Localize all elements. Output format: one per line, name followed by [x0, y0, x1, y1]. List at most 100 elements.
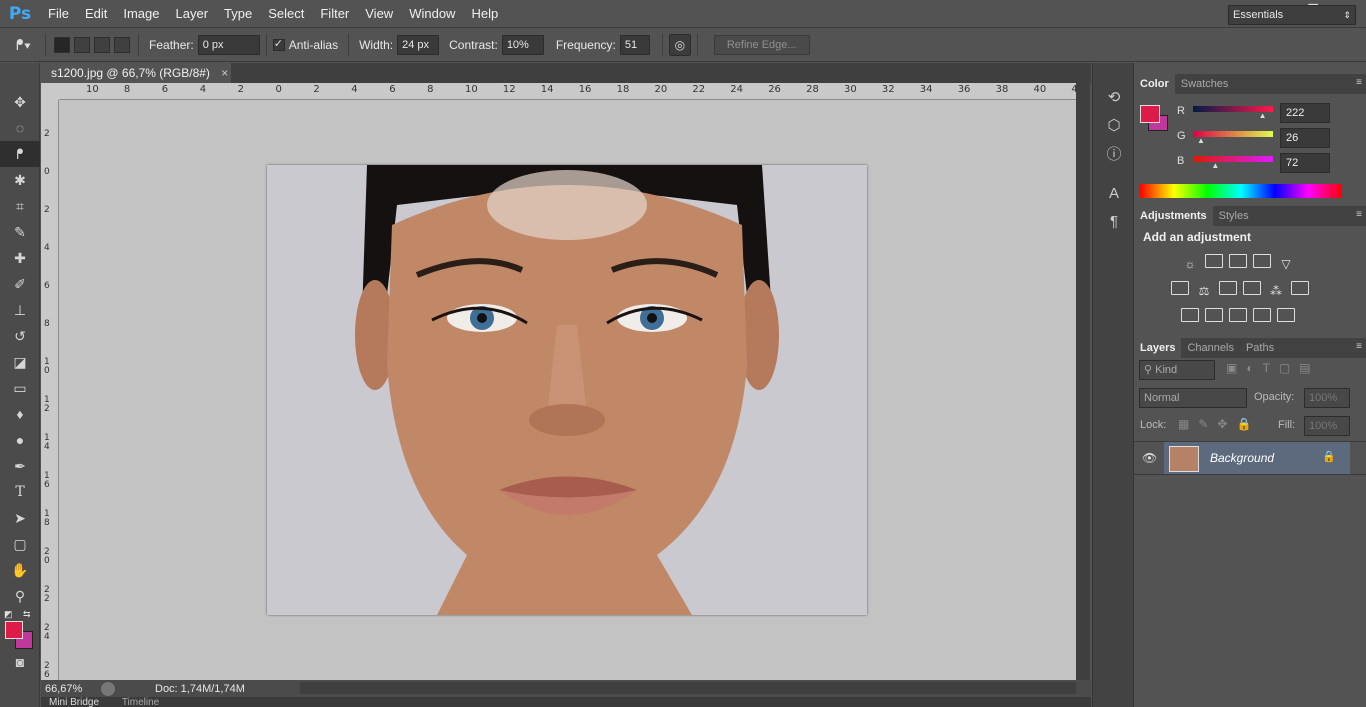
width-input[interactable]: 24 px: [397, 35, 440, 55]
foreground-color-swatch[interactable]: [5, 621, 23, 639]
menu-filter[interactable]: Filter: [312, 0, 357, 28]
curves-icon[interactable]: [1229, 254, 1247, 268]
brush-tool-icon[interactable]: ✐: [0, 271, 40, 297]
marquee-tool-icon[interactable]: ◌: [0, 115, 40, 141]
workspace-select[interactable]: Essentials ⇕: [1228, 5, 1356, 25]
info-icon[interactable]: ⓘ: [1093, 139, 1135, 167]
add-selection-icon[interactable]: [74, 37, 91, 53]
channel-b-slider[interactable]: ▲: [1193, 156, 1273, 170]
lasso-tool-icon[interactable]: ᖰ: [0, 141, 40, 167]
blur-tool-icon[interactable]: ♦: [0, 401, 40, 427]
threshold-icon[interactable]: [1229, 308, 1247, 322]
color-lookup-icon[interactable]: [1291, 281, 1309, 295]
channel-r-slider[interactable]: ▲: [1193, 106, 1273, 120]
channel-g-value[interactable]: 26: [1280, 128, 1330, 148]
photo-filter-icon[interactable]: [1243, 281, 1261, 295]
document-image[interactable]: [267, 165, 867, 615]
path-selection-tool-icon[interactable]: ➤: [0, 505, 40, 531]
horizontal-scrollbar[interactable]: [300, 682, 1076, 694]
menu-image[interactable]: Image: [115, 0, 167, 28]
dodge-tool-icon[interactable]: ●: [0, 427, 40, 453]
tablet-pressure-icon[interactable]: ◎: [668, 34, 691, 56]
levels-icon[interactable]: [1205, 254, 1223, 268]
panel-menu-icon[interactable]: ≡: [1356, 341, 1362, 352]
magic-wand-tool-icon[interactable]: ✱: [0, 167, 40, 193]
tab-timeline[interactable]: Timeline: [122, 697, 159, 707]
eraser-tool-icon[interactable]: ◪: [0, 349, 40, 375]
vibrance-icon[interactable]: ▽: [1277, 257, 1295, 271]
default-colors-icon[interactable]: ◩: [4, 609, 13, 620]
tab-swatches[interactable]: Swatches: [1175, 74, 1235, 94]
opacity-input[interactable]: 100%: [1304, 388, 1350, 408]
fill-input[interactable]: 100%: [1304, 416, 1350, 436]
slider-thumb[interactable]: ▲: [1197, 136, 1205, 145]
blend-mode-select[interactable]: Normal: [1139, 388, 1247, 408]
healing-tool-icon[interactable]: ✚: [0, 245, 40, 271]
move-tool-icon[interactable]: ✥: [0, 89, 40, 115]
panel-menu-icon[interactable]: ≡: [1356, 77, 1362, 88]
gradient-tool-icon[interactable]: ▭: [0, 375, 40, 401]
tab-channels[interactable]: Channels: [1181, 338, 1239, 358]
document-tab[interactable]: s1200.jpg @ 66,7% (RGB/8#) ×: [41, 63, 231, 83]
eyedropper-tool-icon[interactable]: ✎: [0, 219, 40, 245]
hand-tool-icon[interactable]: ✋: [0, 557, 40, 583]
magnetic-lasso-preset-icon[interactable]: ᖰ▾: [16, 37, 31, 54]
layer-filter-select[interactable]: ⚲ Kind: [1139, 360, 1215, 380]
slider-thumb[interactable]: ▲: [1211, 161, 1219, 170]
menu-select[interactable]: Select: [260, 0, 312, 28]
visibility-eye-icon[interactable]: 👁: [1142, 451, 1157, 465]
color-balance-icon[interactable]: ⚖: [1195, 284, 1213, 298]
pen-tool-icon[interactable]: ✒: [0, 453, 40, 479]
color-panel-fg-swatch[interactable]: [1140, 105, 1160, 123]
tab-mini-bridge[interactable]: Mini Bridge: [49, 697, 99, 707]
subtract-selection-icon[interactable]: [94, 37, 111, 53]
quick-mask-icon[interactable]: ◙: [0, 649, 40, 675]
close-tab-icon[interactable]: ×: [221, 66, 228, 80]
menu-window[interactable]: Window: [401, 0, 463, 28]
antialias-checkbox[interactable]: [272, 37, 285, 51]
clone-stamp-tool-icon[interactable]: ⊥: [0, 297, 40, 323]
swap-colors-icon[interactable]: ⇆: [23, 609, 31, 620]
paragraph-icon[interactable]: ¶: [1093, 207, 1135, 235]
menu-type[interactable]: Type: [216, 0, 260, 28]
layer-filter-icons[interactable]: ▣◐T▢▤: [1226, 361, 1320, 375]
black-white-icon[interactable]: [1219, 281, 1237, 295]
menu-file[interactable]: File: [40, 0, 77, 28]
tab-styles[interactable]: Styles: [1213, 206, 1255, 226]
layer-row[interactable]: 👁 Background 🔒: [1134, 441, 1366, 475]
shape-tool-icon[interactable]: ▢: [0, 531, 40, 557]
slider-thumb[interactable]: ▲: [1259, 111, 1267, 120]
exposure-icon[interactable]: [1253, 254, 1271, 268]
status-info-icon[interactable]: [101, 681, 115, 696]
zoom-tool-icon[interactable]: ⚲: [0, 583, 40, 609]
menu-layer[interactable]: Layer: [168, 0, 217, 28]
hue-saturation-icon[interactable]: [1171, 281, 1189, 295]
selective-color-icon[interactable]: [1253, 308, 1271, 322]
frequency-input[interactable]: 51: [619, 35, 650, 55]
history-icon[interactable]: ⟲: [1093, 83, 1135, 111]
channel-b-value[interactable]: 72: [1280, 153, 1330, 173]
spectrum-bar[interactable]: [1140, 184, 1342, 198]
intersect-selection-icon[interactable]: [114, 37, 131, 53]
gradient-map-icon[interactable]: [1277, 308, 1295, 322]
channel-g-slider[interactable]: ▲: [1193, 131, 1273, 145]
crop-tool-icon[interactable]: ⌗: [0, 193, 40, 219]
history-brush-tool-icon[interactable]: ↺: [0, 323, 40, 349]
3d-icon[interactable]: ⬡: [1093, 111, 1135, 139]
layer-name[interactable]: Background: [1210, 451, 1274, 465]
channel-mixer-icon[interactable]: ⁂: [1267, 284, 1285, 298]
tab-paths[interactable]: Paths: [1240, 338, 1280, 358]
channel-r-value[interactable]: 222: [1280, 103, 1330, 123]
posterize-icon[interactable]: [1205, 308, 1223, 322]
character-icon[interactable]: A: [1093, 179, 1135, 207]
feather-input[interactable]: 0 px: [197, 35, 260, 55]
tab-layers[interactable]: Layers: [1134, 338, 1182, 358]
new-selection-icon[interactable]: [54, 37, 71, 53]
menu-view[interactable]: View: [357, 0, 401, 28]
type-tool-icon[interactable]: T: [0, 479, 40, 505]
contrast-input[interactable]: 10%: [501, 35, 544, 55]
refine-edge-button[interactable]: Refine Edge...: [713, 35, 810, 55]
lock-icons[interactable]: ▦✎✥🔒: [1178, 417, 1260, 431]
zoom-level[interactable]: 66,67%: [45, 683, 95, 695]
menu-edit[interactable]: Edit: [77, 0, 115, 28]
